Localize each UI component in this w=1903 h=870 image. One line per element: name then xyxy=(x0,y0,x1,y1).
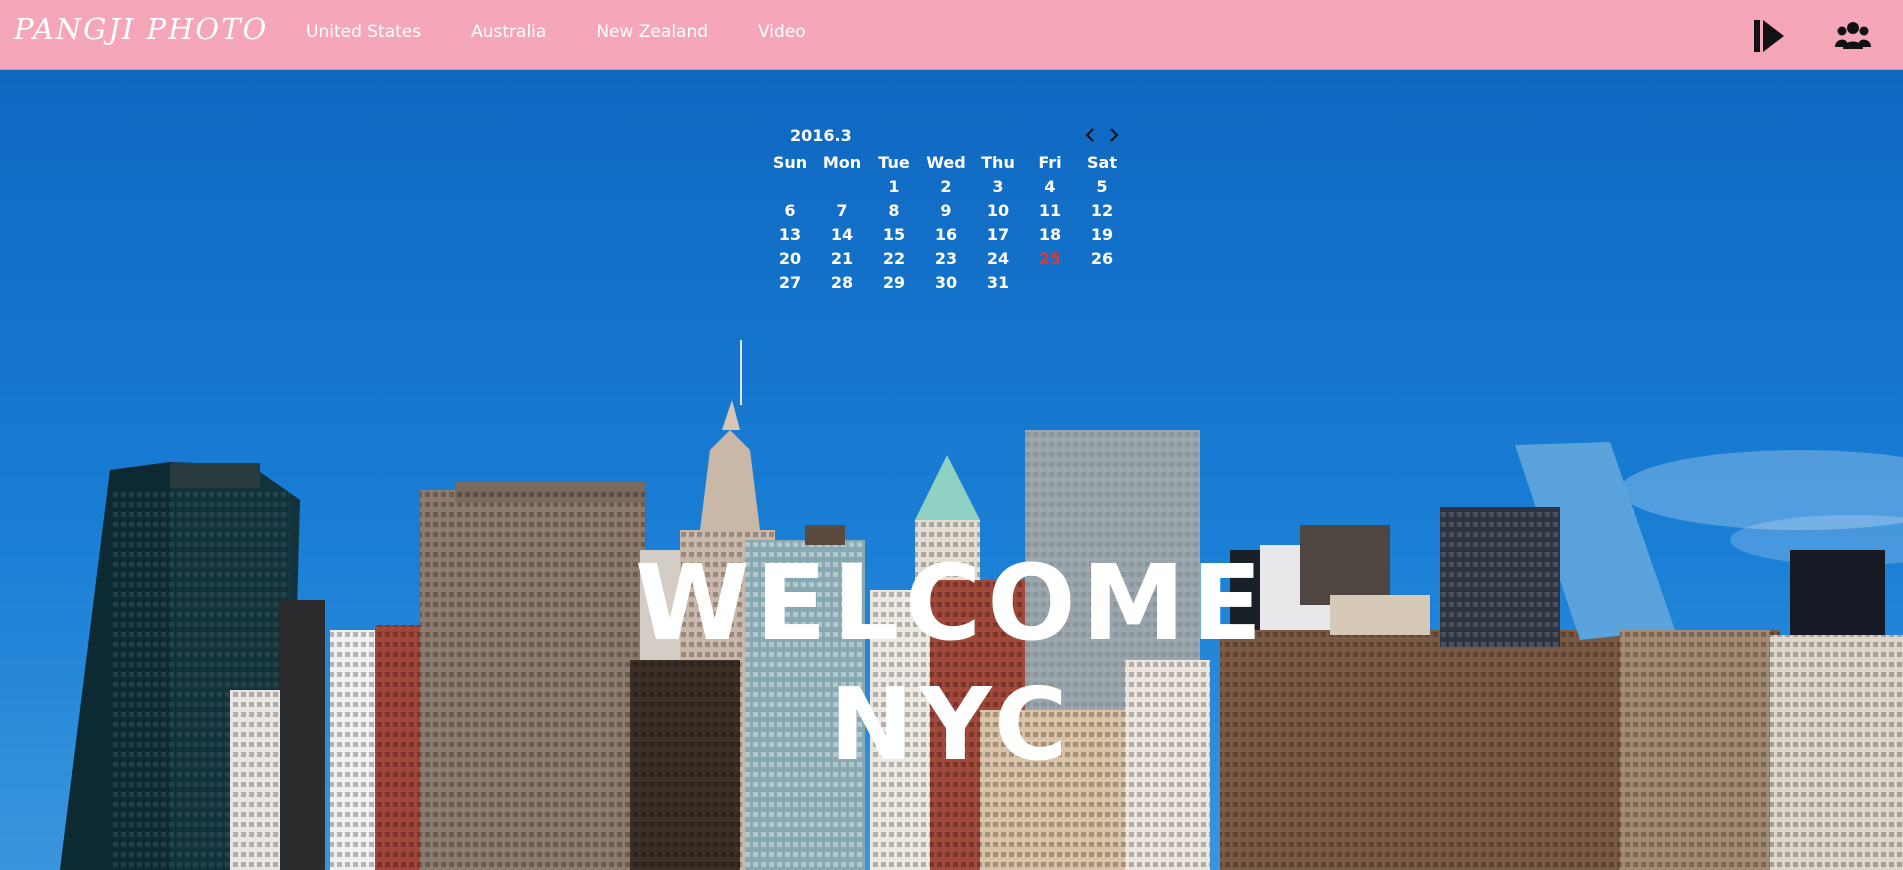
calendar-day[interactable]: 31 xyxy=(972,270,1024,294)
site-logo[interactable]: PANGJI PHOTO xyxy=(14,12,268,46)
weekday-label: Sun xyxy=(772,152,808,172)
weekday-label: Tue xyxy=(878,152,910,172)
calendar-day[interactable]: 21 xyxy=(816,246,868,270)
main-nav: United States Australia New Zealand Vide… xyxy=(306,22,806,42)
calendar-day[interactable]: 17 xyxy=(972,222,1024,246)
nav-link-video[interactable]: Video xyxy=(758,22,806,42)
calendar-week-row: 13 14 15 16 17 18 19 xyxy=(764,222,1128,246)
calendar-day xyxy=(1024,270,1076,294)
calendar-day[interactable]: 28 xyxy=(816,270,868,294)
calendar-day xyxy=(816,174,868,198)
calendar-day[interactable]: 7 xyxy=(816,198,868,222)
calendar-week-row: 27 28 29 30 31 xyxy=(764,270,1128,294)
users-icon[interactable] xyxy=(1833,16,1873,56)
calendar-day[interactable]: 5 xyxy=(1076,174,1128,198)
calendar-widget: 2016.3 Sun Mon Tue Wed Thu Fri Sat 1 2 3… xyxy=(770,124,1126,294)
calendar-day[interactable]: 2 xyxy=(920,174,972,198)
calendar-day[interactable]: 11 xyxy=(1024,198,1076,222)
calendar-day xyxy=(1076,270,1128,294)
calendar-header: 2016.3 xyxy=(770,124,1126,150)
hero-heading-line-1: WELCOME xyxy=(634,542,1269,664)
nav-link-united-states[interactable]: United States xyxy=(306,22,421,42)
calendar-grid: Sun Mon Tue Wed Thu Fri Sat 1 2 3 4 5 6 xyxy=(764,150,1128,294)
calendar-day[interactable]: 22 xyxy=(868,246,920,270)
weekday-label: Sat xyxy=(1087,152,1117,172)
calendar-day[interactable]: 16 xyxy=(920,222,972,246)
top-navigation-bar: PANGJI PHOTO United States Australia New… xyxy=(0,0,1903,70)
calendar-day[interactable]: 1 xyxy=(868,174,920,198)
play-next-icon[interactable] xyxy=(1749,16,1789,56)
calendar-day[interactable]: 18 xyxy=(1024,222,1076,246)
calendar-day[interactable]: 15 xyxy=(868,222,920,246)
calendar-day[interactable]: 8 xyxy=(868,198,920,222)
calendar-day[interactable]: 9 xyxy=(920,198,972,222)
calendar-day[interactable]: 26 xyxy=(1076,246,1128,270)
calendar-day[interactable]: 27 xyxy=(764,270,816,294)
calendar-day[interactable]: 12 xyxy=(1076,198,1128,222)
chevron-right-icon[interactable] xyxy=(1106,124,1122,146)
weekday-label: Fri xyxy=(1038,152,1062,172)
calendar-day[interactable]: 19 xyxy=(1076,222,1128,246)
calendar-day-today[interactable]: 25 xyxy=(1024,246,1076,270)
calendar-day[interactable]: 6 xyxy=(764,198,816,222)
calendar-week-row: 6 7 8 9 10 11 12 xyxy=(764,198,1128,222)
weekday-label: Mon xyxy=(822,152,862,172)
calendar-day[interactable]: 23 xyxy=(920,246,972,270)
calendar-day[interactable]: 13 xyxy=(764,222,816,246)
weekday-label: Wed xyxy=(926,152,966,172)
calendar-day[interactable]: 14 xyxy=(816,222,868,246)
hero-heading-line-2: NYC xyxy=(829,666,1074,783)
calendar-day[interactable]: 20 xyxy=(764,246,816,270)
nav-link-australia[interactable]: Australia xyxy=(471,22,546,42)
calendar-day[interactable]: 10 xyxy=(972,198,1024,222)
header-actions xyxy=(1749,16,1873,56)
chevron-left-icon[interactable] xyxy=(1082,124,1098,146)
nav-link-new-zealand[interactable]: New Zealand xyxy=(596,22,708,42)
calendar-day xyxy=(764,174,816,198)
calendar-day[interactable]: 29 xyxy=(868,270,920,294)
calendar-day[interactable]: 3 xyxy=(972,174,1024,198)
calendar-day[interactable]: 24 xyxy=(972,246,1024,270)
weekday-row: Sun Mon Tue Wed Thu Fri Sat xyxy=(764,150,1128,174)
calendar-month-title: 2016.3 xyxy=(790,126,852,145)
calendar-day[interactable]: 4 xyxy=(1024,174,1076,198)
calendar-nav xyxy=(1082,124,1122,146)
weekday-label: Thu xyxy=(981,152,1015,172)
calendar-week-row: 1 2 3 4 5 xyxy=(764,174,1128,198)
calendar-week-row: 20 21 22 23 24 25 26 xyxy=(764,246,1128,270)
calendar-day[interactable]: 30 xyxy=(920,270,972,294)
